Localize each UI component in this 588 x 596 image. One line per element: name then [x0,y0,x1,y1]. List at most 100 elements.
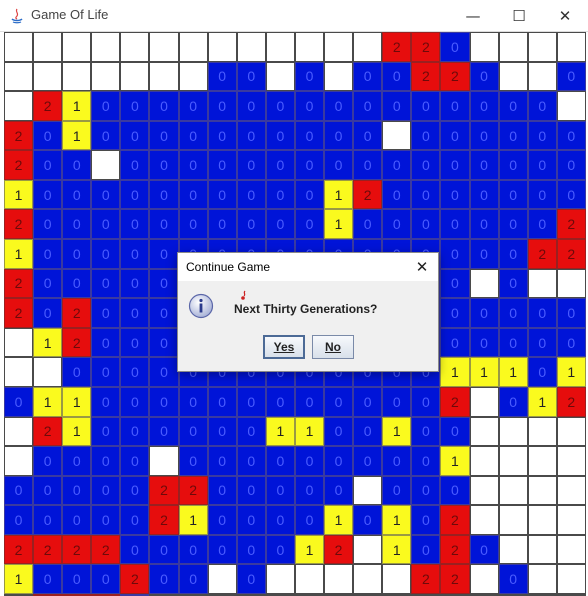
board-cell[interactable]: 0 [353,505,383,535]
board-cell[interactable]: 2 [411,61,441,92]
board-cell[interactable]: 0 [120,416,150,447]
board-cell[interactable] [527,32,557,62]
board-cell[interactable] [4,91,34,121]
board-cell[interactable] [556,475,586,506]
yes-button[interactable]: Yes [263,335,305,359]
board-cell[interactable]: 0 [353,150,383,180]
board-cell[interactable]: 0 [556,298,586,328]
board-cell[interactable] [527,534,557,565]
board-cell[interactable] [33,357,63,387]
board-cell[interactable]: 0 [440,239,470,269]
board-cell[interactable]: 0 [178,564,208,594]
board-cell[interactable] [91,150,121,180]
board-cell[interactable]: 0 [527,357,557,387]
board-cell[interactable]: 0 [411,446,441,476]
board-cell[interactable]: 0 [498,268,528,299]
board-cell[interactable] [527,61,557,92]
board-cell[interactable]: 0 [265,505,295,535]
board-cell[interactable] [353,32,383,62]
board-cell[interactable] [382,564,412,594]
board-cell[interactable]: 0 [353,91,383,121]
board-cell[interactable]: 0 [498,209,528,240]
board-cell[interactable] [178,61,208,92]
board-cell[interactable]: 0 [469,150,499,180]
board-cell[interactable]: 0 [120,91,150,121]
board-cell[interactable]: 0 [294,209,325,240]
board-cell[interactable]: 0 [411,534,441,565]
board-cell[interactable]: 0 [324,446,354,476]
board-cell[interactable]: 0 [353,416,383,447]
board-cell[interactable] [324,32,354,62]
board-cell[interactable]: 2 [149,475,179,506]
board-cell[interactable]: 0 [411,91,441,121]
board-cell[interactable]: 0 [265,475,295,506]
board-cell[interactable]: 0 [149,179,179,210]
board-cell[interactable]: 0 [382,179,412,210]
board-cell[interactable] [498,61,528,92]
board-cell[interactable] [207,32,237,62]
board-cell[interactable]: 2 [440,386,470,417]
board-cell[interactable]: 0 [440,32,470,62]
board-cell[interactable]: 0 [294,505,325,535]
board-cell[interactable]: 0 [440,327,470,358]
board-cell[interactable]: 0 [62,564,92,594]
board-cell[interactable]: 0 [236,61,266,92]
board-cell[interactable]: 0 [411,416,441,447]
board-cell[interactable]: 0 [382,386,412,417]
board-cell[interactable]: 0 [411,505,441,535]
board-cell[interactable]: 0 [178,209,208,240]
board-cell[interactable]: 0 [149,416,179,447]
board-cell[interactable]: 0 [236,386,266,417]
board-cell[interactable]: 0 [178,150,208,180]
board-cell[interactable]: 2 [91,534,121,565]
board-cell[interactable]: 1 [62,120,92,151]
close-button[interactable]: ✕ [542,0,588,32]
board-cell[interactable]: 0 [498,91,528,121]
board-cell[interactable]: 2 [33,534,63,565]
board-cell[interactable]: 1 [527,386,557,417]
board-cell[interactable]: 0 [91,475,121,506]
board-cell[interactable]: 0 [527,150,557,180]
board-cell[interactable]: 0 [33,564,63,594]
board-cell[interactable]: 0 [120,386,150,417]
board-cell[interactable]: 0 [91,268,121,299]
board-cell[interactable]: 0 [62,150,92,180]
board-cell[interactable]: 0 [120,327,150,358]
board-cell[interactable] [265,32,295,62]
board-cell[interactable]: 1 [4,564,34,594]
board-cell[interactable]: 0 [324,416,354,447]
board-cell[interactable]: 1 [440,446,470,476]
board-cell[interactable]: 2 [556,209,586,240]
board-cell[interactable]: 2 [440,505,470,535]
board-cell[interactable]: 1 [382,534,412,565]
board-cell[interactable] [469,505,499,535]
board-cell[interactable]: 0 [294,446,325,476]
board-cell[interactable] [556,534,586,565]
board-cell[interactable] [556,91,586,121]
board-cell[interactable]: 0 [469,120,499,151]
board-cell[interactable]: 1 [294,416,325,447]
board-cell[interactable]: 0 [440,120,470,151]
board-cell[interactable]: 0 [236,446,266,476]
board-cell[interactable]: 0 [91,416,121,447]
board-cell[interactable]: 0 [207,120,237,151]
board-cell[interactable]: 0 [382,150,412,180]
board-cell[interactable]: 0 [294,150,325,180]
board-cell[interactable]: 1 [324,179,354,210]
board-cell[interactable]: 0 [91,91,121,121]
board-cell[interactable] [4,32,34,62]
board-cell[interactable]: 2 [4,120,34,151]
board-cell[interactable] [265,564,295,594]
board-cell[interactable]: 0 [178,179,208,210]
board-cell[interactable]: 0 [33,239,63,269]
board-cell[interactable]: 2 [382,32,412,62]
board-cell[interactable]: 0 [120,446,150,476]
board-cell[interactable]: 2 [4,298,34,328]
board-cell[interactable]: 0 [178,534,208,565]
board-cell[interactable] [120,61,150,92]
board-cell[interactable]: 0 [149,298,179,328]
board-cell[interactable]: 2 [33,91,63,121]
board-cell[interactable]: 0 [62,179,92,210]
board-cell[interactable] [33,61,63,92]
board-cell[interactable]: 0 [556,327,586,358]
